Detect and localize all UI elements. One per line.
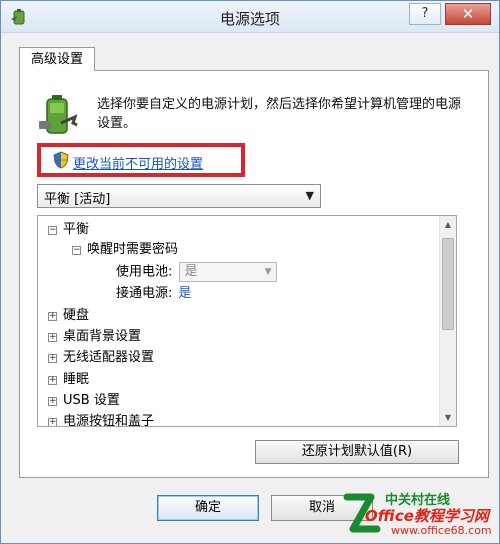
ac-setting-row: 接通电源: 是: [116, 284, 191, 304]
watermark-site-name: 中关村在线: [385, 493, 451, 508]
settings-tree[interactable]: − 平衡 − 唤醒时需要密码 使用电池: 是 ▼ 接通电源: 是 + 硬盘 + 桌面背景设…: [37, 215, 457, 427]
tree-item-label: 桌面背景设置: [63, 329, 142, 344]
close-button[interactable]: ✕: [445, 3, 491, 25]
tree-item-label: 睡眠: [63, 372, 90, 387]
expand-icon[interactable]: +: [48, 354, 57, 363]
tree-item-label: 电源按钮和盖子: [63, 414, 155, 427]
collapse-icon[interactable]: −: [72, 246, 81, 255]
tree-item-sleep[interactable]: + 睡眠: [48, 370, 89, 390]
battery-setting-dropdown[interactable]: 是 ▼: [178, 262, 277, 282]
cancel-button[interactable]: 取消: [271, 495, 373, 521]
tree-item-hard-disk[interactable]: + 硬盘: [48, 306, 89, 326]
tree-item-label: 无线适配器设置: [63, 350, 155, 365]
title-bar: 电源选项 ? ✕: [1, 1, 499, 33]
tree-item-wireless-adapter[interactable]: + 无线适配器设置: [48, 348, 154, 368]
scroll-up-arrow-icon[interactable]: ▲: [440, 216, 456, 233]
tree-item-label: USB 设置: [63, 393, 120, 408]
ac-setting-value[interactable]: 是: [178, 286, 191, 301]
help-button[interactable]: ?: [409, 3, 441, 25]
tree-item-usb-settings[interactable]: + USB 设置: [48, 391, 120, 411]
scroll-down-arrow-icon[interactable]: ▼: [440, 409, 456, 426]
battery-setting-value: 是: [184, 264, 198, 279]
chevron-down-icon: ▼: [264, 267, 272, 277]
battery-setting-row: 使用电池: 是 ▼: [116, 262, 277, 282]
battery-setting-label: 使用电池:: [116, 264, 173, 280]
tree-scrollbar[interactable]: ▲ ▼: [439, 216, 456, 426]
expand-icon[interactable]: +: [48, 376, 57, 385]
ok-button[interactable]: 确定: [157, 495, 259, 521]
tab-advanced-settings[interactable]: 高级设置: [19, 47, 95, 71]
expand-icon[interactable]: +: [48, 312, 57, 321]
expand-icon[interactable]: +: [48, 418, 57, 426]
tree-item-balanced[interactable]: − 平衡: [48, 220, 89, 240]
power-plan-value: 平衡 [活动]: [44, 192, 111, 207]
tree-item-label: 平衡: [63, 222, 90, 237]
restore-plan-defaults-button[interactable]: 还原计划默认值(R): [255, 440, 459, 464]
power-options-dialog: 电源选项 ? ✕ 高级设置 选择你要自定义的电源计划，然后选择你希望计算机管理的…: [0, 0, 500, 544]
expand-icon[interactable]: +: [48, 397, 57, 406]
collapse-icon[interactable]: −: [48, 226, 57, 235]
tree-item-power-buttons-lid[interactable]: + 电源按钮和盖子: [48, 412, 155, 427]
power-plan-dropdown[interactable]: 平衡 [活动] ▼: [37, 184, 321, 208]
scroll-thumb[interactable]: [442, 238, 454, 330]
expand-icon[interactable]: +: [48, 333, 57, 342]
tree-item-desktop-background[interactable]: + 桌面背景设置: [48, 327, 141, 347]
chevron-down-icon: ▼: [305, 189, 314, 202]
watermark-title: Office教程学习网: [365, 507, 489, 525]
tree-item-label: 硬盘: [63, 308, 90, 323]
tree-item-label: 唤醒时需要密码: [87, 242, 179, 257]
change-unavailable-settings-link[interactable]: 更改当前不可用的设置: [73, 153, 203, 172]
instruction-text: 选择你要自定义的电源计划，然后选择你希望计算机管理的电源设置。: [97, 97, 462, 131]
battery-plug-icon: [39, 95, 78, 134]
watermark-url: www.office68.com: [391, 524, 492, 537]
uac-shield-icon: [53, 151, 69, 169]
tree-item-wakeup-password[interactable]: − 唤醒时需要密码: [72, 240, 178, 260]
ac-setting-label: 接通电源:: [116, 286, 173, 301]
